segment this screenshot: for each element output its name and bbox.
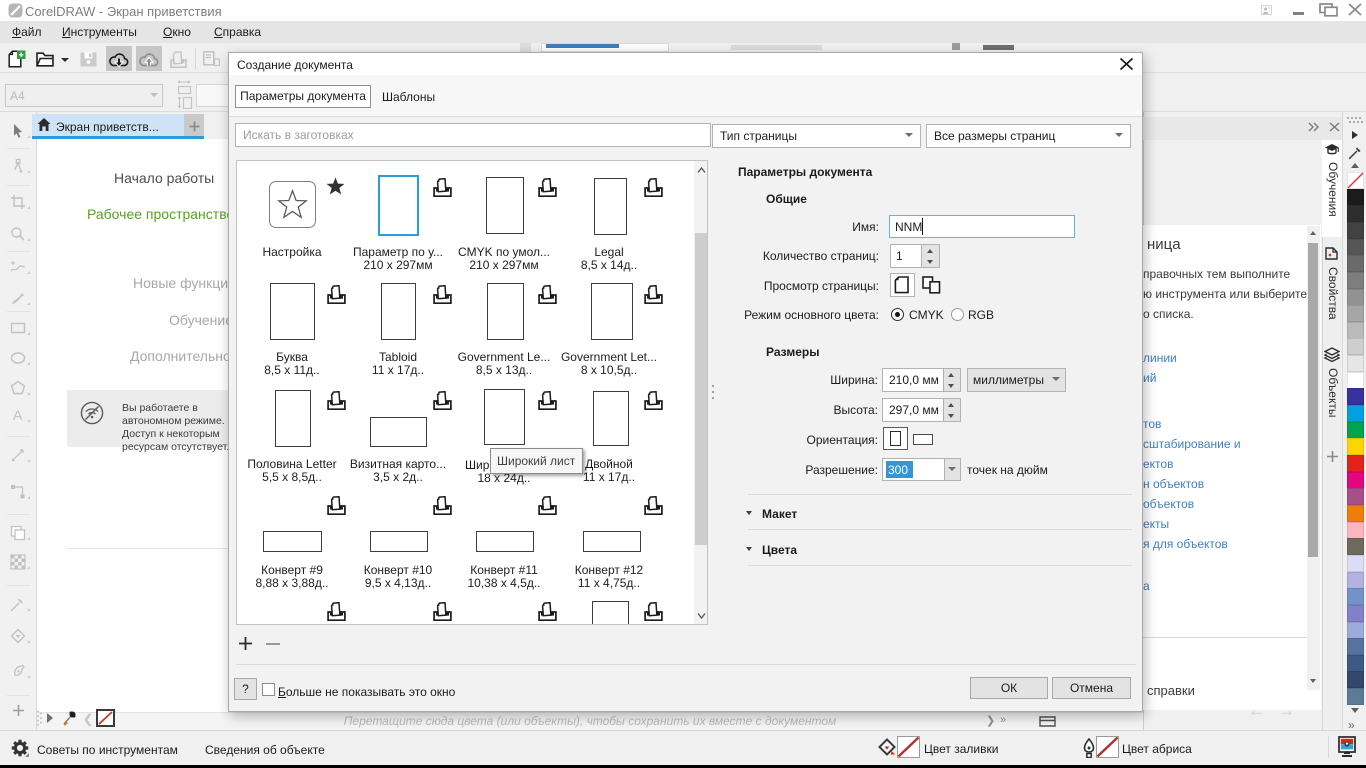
svg-text:A: A: [13, 407, 23, 423]
